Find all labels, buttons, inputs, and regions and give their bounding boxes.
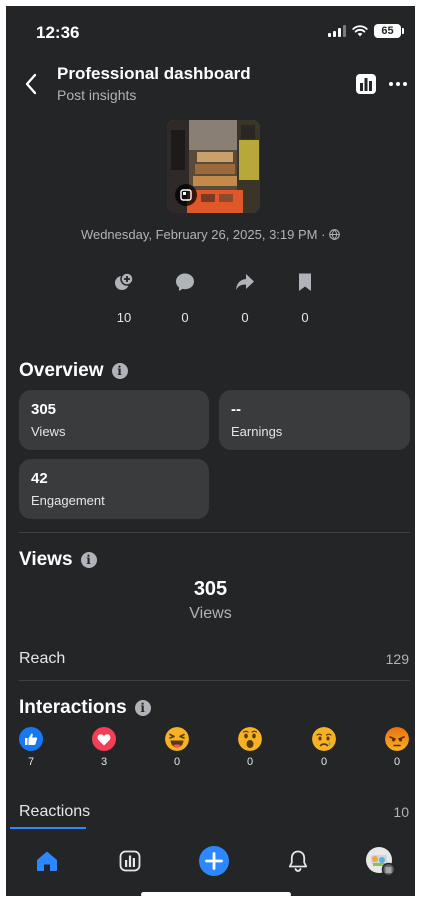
nav-create-button[interactable] <box>199 846 229 876</box>
post-stats-row: 10 0 0 0 <box>94 272 334 325</box>
reaction-angry: 0 <box>383 727 411 768</box>
reaction-sad: 0 <box>310 727 338 768</box>
reaction-count: 3 <box>100 756 108 768</box>
reaction-count: 0 <box>393 756 401 768</box>
reshare-icon <box>115 272 134 290</box>
nav-home-button[interactable] <box>32 846 62 876</box>
reaction-count: 7 <box>27 756 35 768</box>
more-options-button[interactable] <box>386 73 410 95</box>
signal-icon <box>328 25 346 37</box>
earnings-card[interactable]: -- Earnings <box>219 390 410 450</box>
header: Professional dashboard Post insights <box>6 61 415 111</box>
back-button[interactable] <box>18 69 44 99</box>
reactions-label: Reactions <box>19 803 91 820</box>
love-icon <box>92 727 116 751</box>
reaction-count: 0 <box>246 756 254 768</box>
info-icon[interactable]: i <box>80 552 97 568</box>
card-label: Views <box>31 424 66 439</box>
reaction-haha: 0 <box>163 727 191 768</box>
views-total: 305 <box>193 578 228 600</box>
reaction-like: 7 <box>17 727 45 768</box>
nav-notifications-button[interactable] <box>283 846 313 876</box>
dashboard-icon <box>119 850 141 872</box>
wifi-icon <box>352 25 368 37</box>
dot <box>389 82 393 86</box>
status-bar: 12:36 65 <box>6 6 415 56</box>
bar-chart-icon <box>356 74 376 94</box>
insights-chart-button[interactable] <box>355 73 377 95</box>
card-value: 42 <box>31 470 48 487</box>
bookmark-icon <box>299 273 311 291</box>
overview-title: Overview i <box>19 360 128 382</box>
home-indicator[interactable] <box>141 892 291 896</box>
profile-avatar <box>366 847 395 876</box>
reach-value: 129 <box>385 651 409 667</box>
engagement-card[interactable]: 42 Engagement <box>19 459 209 519</box>
page-title: Professional dashboard <box>57 64 251 83</box>
share-icon <box>236 274 254 290</box>
home-icon <box>37 851 57 871</box>
reaction-count: 0 <box>320 756 328 768</box>
post-date: Wednesday, February 26, 2025, 3:19 PM · <box>6 227 415 242</box>
reactions-tab-indicator <box>10 827 86 829</box>
info-icon[interactable]: i <box>134 700 151 716</box>
reactions-total: 10 <box>393 804 409 820</box>
divider <box>19 532 410 533</box>
app-screen: 12:36 65 Professional dashboard Post ins… <box>6 6 415 896</box>
bottom-nav <box>6 830 415 896</box>
views-title-text: Views <box>19 549 73 570</box>
status-icons: 65 <box>328 24 404 38</box>
dot <box>396 82 400 86</box>
interactions-title: Interactions i <box>19 697 151 719</box>
haha-icon <box>165 727 189 751</box>
card-label: Earnings <box>231 424 283 439</box>
stat-reshares: 10 <box>104 272 144 325</box>
card-value: 305 <box>31 401 57 418</box>
interactions-title-text: Interactions <box>19 697 127 718</box>
stat-shares: 0 <box>225 272 265 325</box>
reaction-love: 3 <box>90 727 118 768</box>
divider <box>19 680 410 681</box>
comment-icon <box>176 273 194 291</box>
reaction-wow: 0 <box>236 727 264 768</box>
battery-icon: 65 <box>374 24 404 38</box>
reaction-count: 0 <box>173 756 181 768</box>
views-title: Views i <box>19 549 97 571</box>
page-subtitle: Post insights <box>57 87 137 103</box>
card-value: -- <box>231 401 241 418</box>
stat-value: 10 <box>116 310 132 325</box>
stat-value: 0 <box>241 310 249 325</box>
angry-icon <box>385 727 409 751</box>
stat-saves: 0 <box>285 272 325 325</box>
card-label: Engagement <box>31 493 105 508</box>
photo-badge-icon <box>175 184 197 206</box>
sad-icon <box>312 727 336 751</box>
chevron-left-icon <box>25 73 37 95</box>
overview-title-text: Overview <box>19 360 104 381</box>
info-icon[interactable]: i <box>111 363 128 379</box>
post-date-text: Wednesday, February 26, 2025, 3:19 PM · <box>80 227 326 242</box>
views-card[interactable]: 305 Views <box>19 390 209 450</box>
reach-label: Reach <box>19 650 66 667</box>
views-caption: Views <box>189 605 232 622</box>
wow-icon <box>238 727 262 751</box>
stat-value: 0 <box>301 310 309 325</box>
notifications-icon <box>288 850 308 872</box>
stat-value: 0 <box>181 310 189 325</box>
stat-comments: 0 <box>165 272 205 325</box>
status-time: 12:36 <box>36 23 80 42</box>
create-icon <box>199 846 229 876</box>
nav-dashboard-button[interactable] <box>115 846 145 876</box>
globe-icon <box>329 229 340 240</box>
dot <box>403 82 407 86</box>
like-icon <box>19 727 43 751</box>
nav-profile-button[interactable] <box>365 846 395 876</box>
post-thumbnail[interactable] <box>167 120 260 213</box>
